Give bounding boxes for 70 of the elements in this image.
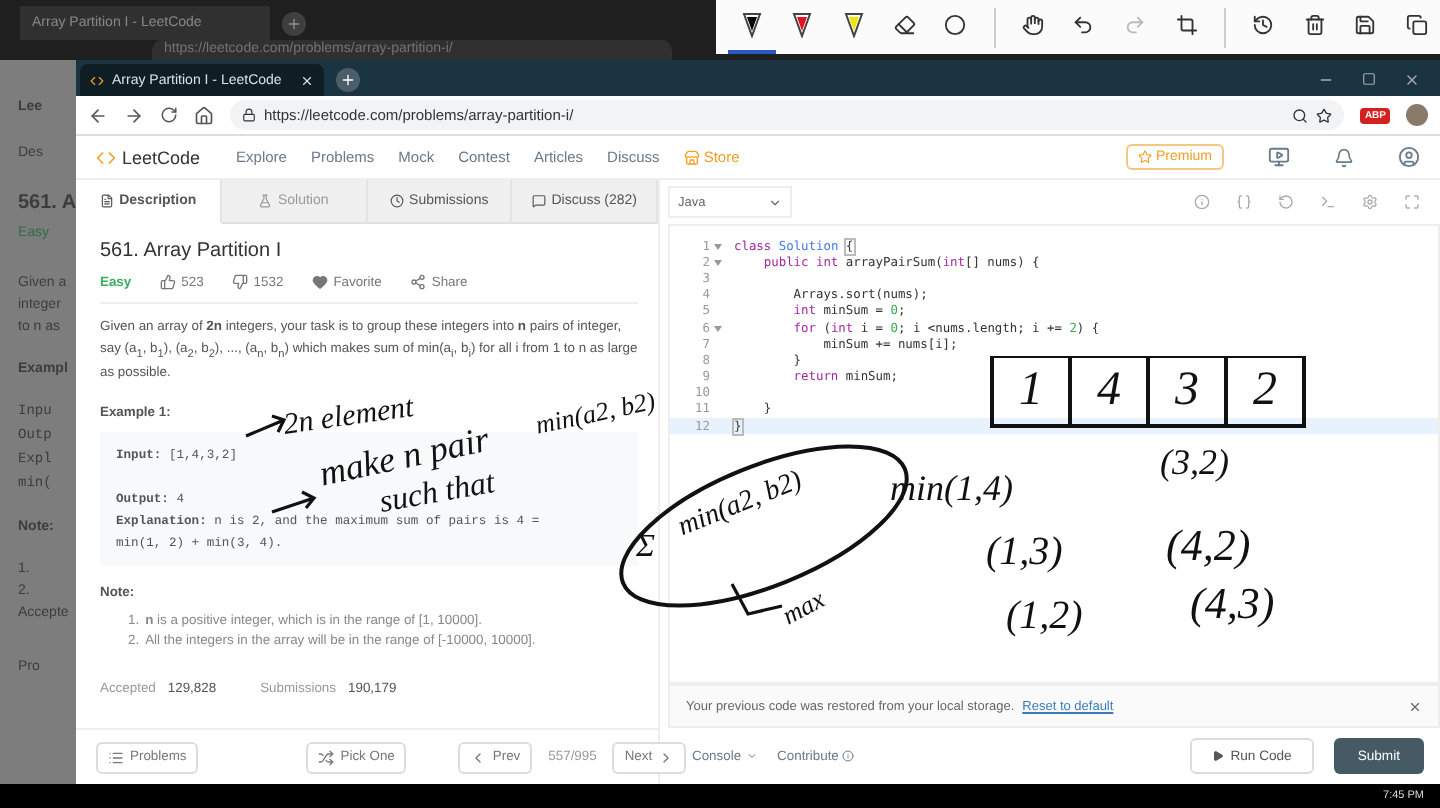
- handwritten-note: (4,2): [1166, 524, 1251, 568]
- array-cell-text: 2: [1251, 362, 1279, 420]
- shuffle-icon: [318, 749, 335, 765]
- lock-icon: [242, 108, 256, 122]
- new-tab-button[interactable]: [282, 12, 306, 36]
- star-icon: [1137, 150, 1152, 164]
- array-cell: 4: [1072, 358, 1150, 424]
- code-icon: [90, 73, 104, 87]
- back-icon[interactable]: [88, 105, 108, 125]
- handwritten-note: Σ: [636, 532, 656, 564]
- pen-icon: [843, 12, 864, 38]
- forward-icon[interactable]: [124, 105, 144, 125]
- handwritten-note: min(a2, b2): [674, 468, 807, 543]
- hand-icon: [1021, 14, 1044, 36]
- list-icon: [108, 749, 124, 765]
- new-tab-button[interactable]: [336, 68, 360, 92]
- fold-icon[interactable]: [714, 243, 722, 250]
- ink-arrow: [270, 490, 317, 514]
- star-icon[interactable]: [1316, 107, 1333, 123]
- leetcode-logo[interactable]: LeetCode: [96, 147, 201, 167]
- user-icon[interactable]: [1398, 146, 1420, 168]
- trash-icon: [1303, 14, 1326, 36]
- close-icon[interactable]: [1404, 72, 1420, 88]
- history-icon: [1252, 14, 1274, 36]
- ink-arrow: [244, 414, 287, 438]
- logo-icon: [96, 147, 116, 167]
- share-icon: [409, 274, 426, 290]
- chat-icon: [531, 194, 546, 208]
- plus-icon: [340, 72, 356, 88]
- heart-icon: [311, 274, 328, 290]
- plus-icon: [286, 16, 302, 32]
- chevron-down-icon: [745, 750, 758, 762]
- chevron-down-icon: [768, 195, 782, 209]
- home-icon[interactable]: [194, 105, 214, 125]
- handwritten-note: (1,3): [986, 532, 1063, 572]
- undo-icon: [1072, 14, 1095, 36]
- profile-avatar[interactable]: [1406, 104, 1428, 126]
- save-icon: [1354, 14, 1377, 36]
- search-icon[interactable]: [1292, 107, 1309, 123]
- store-icon: [683, 149, 700, 165]
- handwritten-note: (4,3): [1190, 582, 1275, 626]
- play-icon: [1212, 750, 1225, 762]
- circle-icon: [944, 14, 967, 36]
- thumbs-down-icon: [231, 274, 248, 290]
- background-text: 561. A: [18, 192, 76, 214]
- bell-icon[interactable]: [1334, 147, 1354, 167]
- document-icon: [99, 194, 114, 208]
- maximize-icon[interactable]: [1362, 72, 1376, 86]
- handwritten-note: max: [777, 585, 829, 629]
- eraser-icon: [893, 14, 916, 36]
- fold-icon[interactable]: [714, 325, 722, 332]
- pen-icon: [741, 12, 762, 38]
- flask-icon: [257, 194, 272, 208]
- handwritten-note: 2n element: [281, 393, 416, 442]
- handwritten-note: min(a2, b2): [533, 387, 658, 438]
- array-cell: 1: [994, 358, 1072, 424]
- copy-icon: [1405, 14, 1428, 36]
- info-icon: [842, 750, 855, 762]
- array-cell: 3: [1150, 358, 1228, 424]
- redo-icon: [1124, 14, 1146, 36]
- fold-icon[interactable]: [714, 259, 722, 266]
- crop-icon: [1175, 14, 1198, 36]
- handwritten-note: (3,2): [1160, 444, 1229, 480]
- thumbs-up-icon: [159, 274, 176, 290]
- clock-icon: [389, 194, 404, 208]
- pen-icon: [792, 12, 813, 38]
- reload-icon[interactable]: [160, 106, 178, 124]
- playground-icon[interactable]: [1268, 146, 1290, 168]
- handwritten-note: (1,2): [1006, 596, 1083, 636]
- problem-title: 561. Array Partition I: [100, 240, 282, 262]
